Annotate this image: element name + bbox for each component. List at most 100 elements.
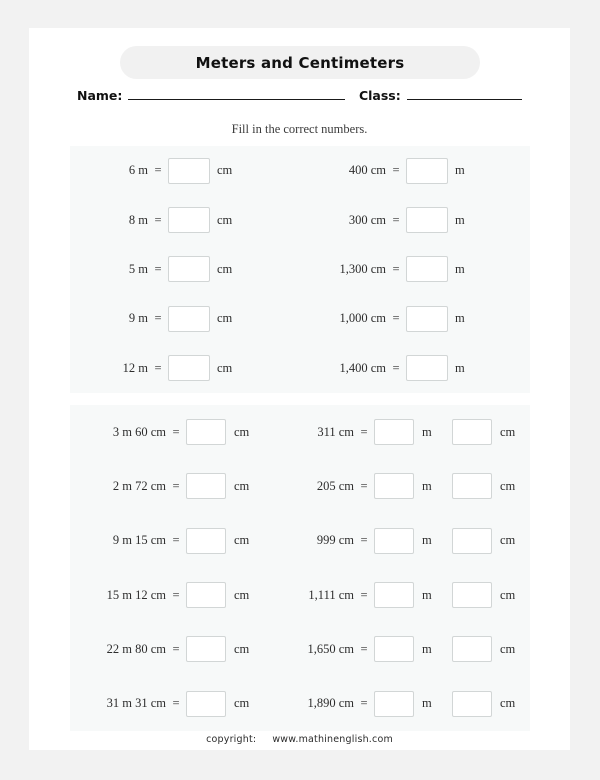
answer-input[interactable] bbox=[406, 256, 448, 283]
problem-expression: 3 m 60 cm bbox=[112, 424, 166, 439]
answer-input-centimeters[interactable] bbox=[452, 636, 492, 663]
answer-input[interactable] bbox=[406, 355, 448, 382]
problem-expression: 1,650 cm bbox=[307, 641, 354, 656]
answer-input-centimeters[interactable] bbox=[452, 582, 492, 609]
unit-label: cm bbox=[234, 478, 250, 493]
answer-input-meters[interactable] bbox=[374, 527, 414, 554]
page-title: Meters and Centimeters bbox=[195, 53, 405, 72]
answer-input[interactable] bbox=[168, 355, 210, 382]
exercise-section-1: 6 m = cm 400 cm = m 8 m = cm 300 cm = m 5 m = cm 1,300 … bbox=[70, 146, 530, 393]
unit-label-centimeters: cm bbox=[500, 587, 516, 602]
problem-expression: 8 m bbox=[128, 212, 148, 227]
problem-expression: 300 cm bbox=[348, 212, 386, 227]
answer-input[interactable] bbox=[186, 419, 226, 446]
problem-row: 5 m = cm 1,300 cm = m bbox=[70, 245, 530, 294]
unit-label-meters: m bbox=[422, 533, 432, 548]
problem-cell: 5 m = cm bbox=[70, 256, 300, 283]
problem-expression: 1,000 cm bbox=[339, 311, 386, 326]
answer-input-centimeters[interactable] bbox=[452, 419, 492, 446]
equals-sign: = bbox=[360, 587, 368, 602]
worksheet-title-banner: Meters and Centimeters bbox=[120, 46, 480, 79]
problem-cell: 311 cm = m cm bbox=[300, 419, 530, 446]
equals-sign: = bbox=[154, 212, 162, 227]
unit-label: cm bbox=[234, 587, 250, 602]
problem-cell: 22 m 80 cm = cm bbox=[70, 636, 300, 663]
problem-cell: 300 cm = m bbox=[300, 207, 530, 234]
equals-sign: = bbox=[360, 533, 368, 548]
answer-input-meters[interactable] bbox=[374, 473, 414, 500]
equals-sign: = bbox=[392, 261, 400, 276]
equals-sign: = bbox=[172, 587, 180, 602]
problem-cell: 6 m = cm bbox=[70, 157, 300, 184]
problem-row: 9 m 15 cm = cm 999 cm = m cm bbox=[70, 514, 530, 568]
footer: copyright: www.mathinenglish.com bbox=[29, 734, 570, 745]
equals-sign: = bbox=[154, 261, 162, 276]
unit-label-meters: m bbox=[422, 478, 432, 493]
unit-label: cm bbox=[234, 641, 250, 656]
problem-expression: 1,890 cm bbox=[307, 696, 354, 711]
answer-input[interactable] bbox=[406, 305, 448, 332]
answer-input-centimeters[interactable] bbox=[452, 527, 492, 554]
answer-input[interactable] bbox=[406, 207, 448, 234]
instruction-text: Fill in the correct numbers. bbox=[231, 122, 368, 136]
answer-input[interactable] bbox=[186, 582, 226, 609]
unit-label-meters: m bbox=[422, 696, 432, 711]
problem-expression: 1,400 cm bbox=[339, 360, 386, 375]
unit-label-meters: m bbox=[422, 587, 432, 602]
problem-expression: 1,111 cm bbox=[308, 587, 354, 602]
unit-label: cm bbox=[217, 311, 233, 326]
problem-expression: 9 m 15 cm bbox=[112, 533, 166, 548]
unit-label: m bbox=[455, 311, 465, 326]
equals-sign: = bbox=[172, 533, 180, 548]
answer-input[interactable] bbox=[186, 527, 226, 554]
answer-input-meters[interactable] bbox=[374, 582, 414, 609]
answer-input[interactable] bbox=[406, 157, 448, 184]
answer-input-meters[interactable] bbox=[374, 419, 414, 446]
problem-expression: 31 m 31 cm bbox=[106, 696, 166, 711]
answer-input-centimeters[interactable] bbox=[452, 473, 492, 500]
name-class-row: Name: Class: bbox=[77, 86, 522, 110]
name-field[interactable] bbox=[128, 86, 346, 100]
website-link[interactable]: www.mathinenglish.com bbox=[272, 734, 393, 745]
problem-row: 8 m = cm 300 cm = m bbox=[70, 195, 530, 244]
answer-input-meters[interactable] bbox=[374, 690, 414, 717]
problem-cell: 3 m 60 cm = cm bbox=[70, 419, 300, 446]
answer-input[interactable] bbox=[168, 256, 210, 283]
problem-expression: 400 cm bbox=[348, 163, 386, 178]
class-field[interactable] bbox=[406, 86, 522, 100]
equals-sign: = bbox=[392, 212, 400, 227]
problem-expression: 6 m bbox=[128, 163, 148, 178]
answer-input[interactable] bbox=[168, 207, 210, 234]
equals-sign: = bbox=[360, 696, 368, 711]
answer-input[interactable] bbox=[186, 636, 226, 663]
equals-sign: = bbox=[154, 360, 162, 375]
problem-cell: 999 cm = m cm bbox=[300, 527, 530, 554]
exercise-section-2: 3 m 60 cm = cm 311 cm = m cm 2 m 72 cm = cm 205 cm… bbox=[70, 405, 530, 731]
problem-row: 15 m 12 cm = cm 1,111 cm = m cm bbox=[70, 568, 530, 622]
answer-input-meters[interactable] bbox=[374, 636, 414, 663]
answer-input[interactable] bbox=[186, 473, 226, 500]
problem-expression: 311 cm bbox=[317, 424, 354, 439]
answer-input[interactable] bbox=[168, 305, 210, 332]
name-label: Name: bbox=[77, 88, 123, 103]
equals-sign: = bbox=[172, 424, 180, 439]
equals-sign: = bbox=[154, 311, 162, 326]
problem-cell: 9 m 15 cm = cm bbox=[70, 527, 300, 554]
unit-label: m bbox=[455, 212, 465, 227]
unit-label-centimeters: cm bbox=[500, 696, 516, 711]
equals-sign: = bbox=[392, 163, 400, 178]
answer-input[interactable] bbox=[168, 157, 210, 184]
unit-label: m bbox=[455, 163, 465, 178]
problem-row: 22 m 80 cm = cm 1,650 cm = m cm bbox=[70, 622, 530, 676]
unit-label-centimeters: cm bbox=[500, 533, 516, 548]
answer-input[interactable] bbox=[186, 690, 226, 717]
problem-expression: 205 cm bbox=[316, 478, 354, 493]
unit-label-centimeters: cm bbox=[500, 478, 516, 493]
problem-cell: 12 m = cm bbox=[70, 355, 300, 382]
answer-input-centimeters[interactable] bbox=[452, 690, 492, 717]
problem-expression: 999 cm bbox=[316, 533, 354, 548]
problem-cell: 1,890 cm = m cm bbox=[300, 690, 530, 717]
problem-expression: 9 m bbox=[128, 311, 148, 326]
problem-cell: 8 m = cm bbox=[70, 207, 300, 234]
equals-sign: = bbox=[360, 424, 368, 439]
